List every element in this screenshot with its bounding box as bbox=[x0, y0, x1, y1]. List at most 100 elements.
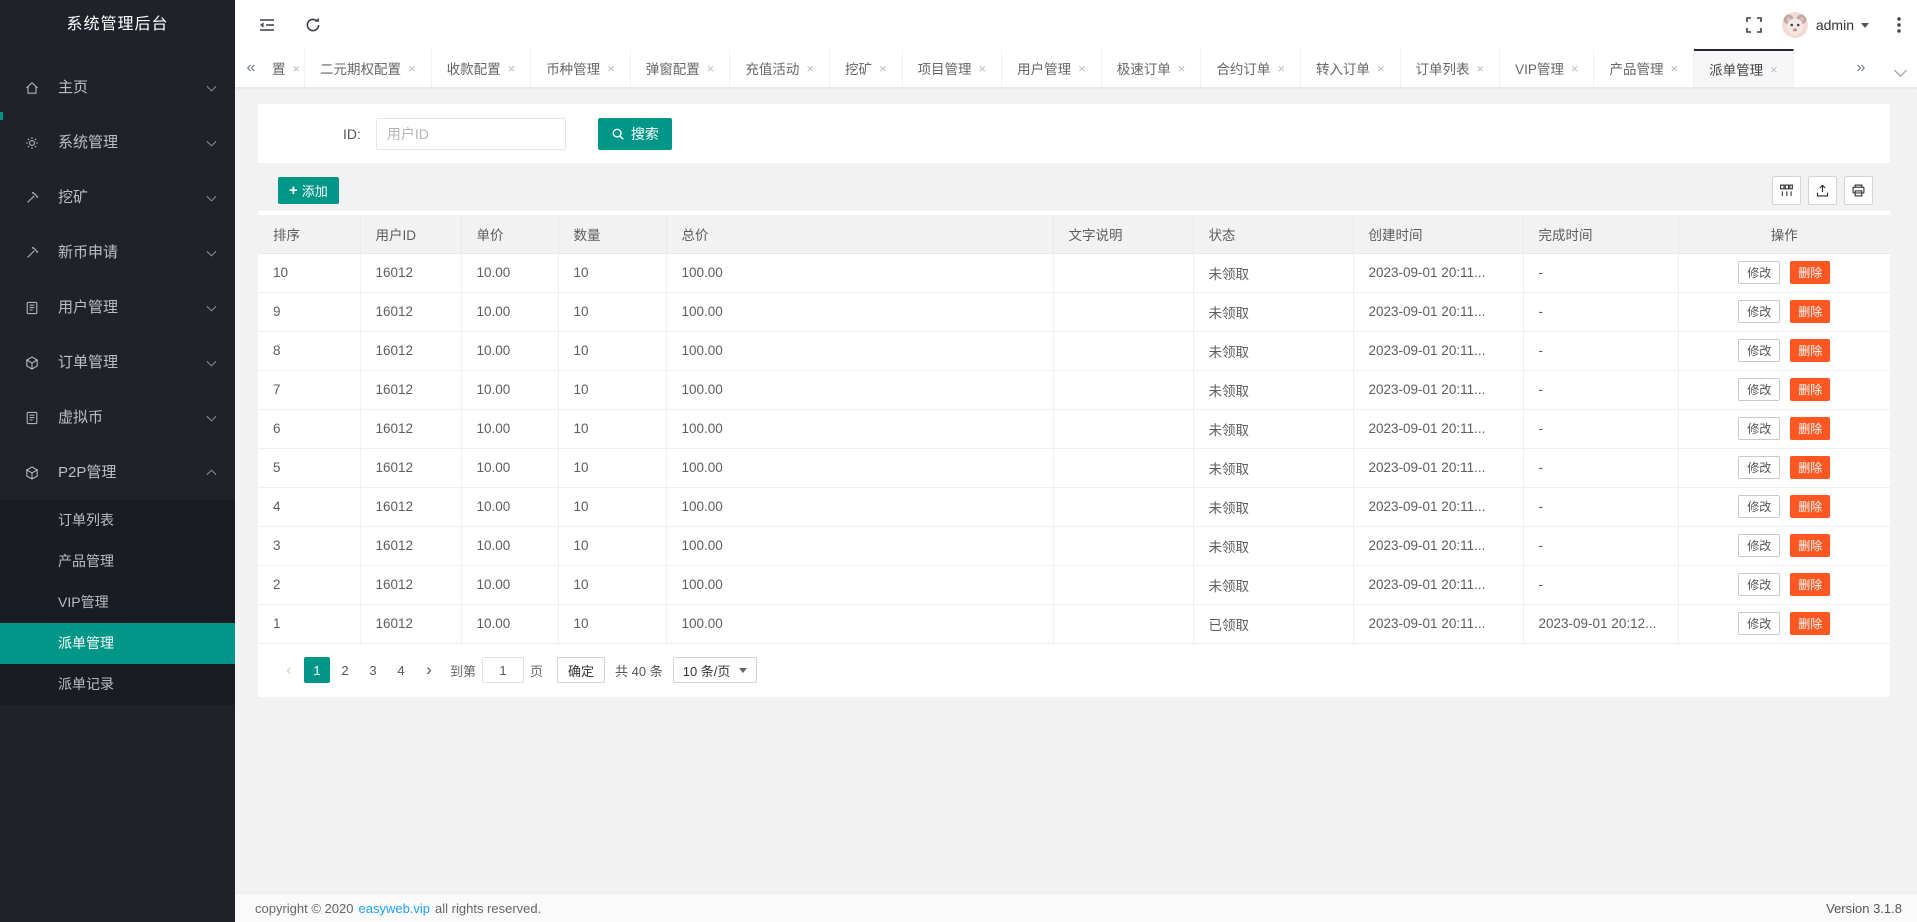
sidebar-item[interactable]: P2P管理 bbox=[0, 445, 235, 500]
chevron-down-icon bbox=[206, 246, 217, 257]
tab-close-icon[interactable]: × bbox=[508, 61, 516, 76]
footer-link[interactable]: easyweb.vip bbox=[358, 901, 430, 916]
tab-scroll-left-icon[interactable]: « bbox=[237, 49, 265, 87]
tab[interactable]: 币种管理 × bbox=[531, 49, 631, 87]
table-row: 5 16012 10.00 10 100.00 未领取 2023-09-01 20:11..… bbox=[258, 448, 1890, 488]
sidebar-subitem[interactable]: VIP管理 bbox=[0, 582, 235, 623]
collapse-sidebar-icon[interactable] bbox=[257, 15, 277, 35]
delete-button[interactable]: 删除 bbox=[1790, 378, 1831, 401]
delete-button[interactable]: 删除 bbox=[1790, 339, 1831, 362]
edit-button[interactable]: 修改 bbox=[1738, 300, 1781, 323]
page-number-button[interactable]: 1 bbox=[304, 657, 330, 683]
cell-finished: - bbox=[1523, 409, 1679, 449]
sidebar-subitem[interactable]: 订单列表 bbox=[0, 500, 235, 541]
edit-button[interactable]: 修改 bbox=[1738, 456, 1781, 479]
tab-close-icon[interactable]: × bbox=[707, 61, 715, 76]
edit-button[interactable]: 修改 bbox=[1738, 417, 1781, 440]
sidebar-item[interactable]: 新币申请 bbox=[0, 225, 235, 280]
tab-close-icon[interactable]: × bbox=[408, 61, 416, 76]
tab-label: 币种管理 bbox=[546, 62, 601, 77]
delete-button[interactable]: 删除 bbox=[1790, 300, 1831, 323]
tab[interactable]: 弹窗配置 × bbox=[631, 49, 731, 87]
sidebar-subitem[interactable]: 产品管理 bbox=[0, 541, 235, 582]
tab-close-icon[interactable]: × bbox=[1178, 61, 1186, 76]
edit-button[interactable]: 修改 bbox=[1738, 339, 1781, 362]
cell-status: 未领取 bbox=[1193, 331, 1354, 371]
edit-button[interactable]: 修改 bbox=[1738, 261, 1781, 284]
search-input[interactable] bbox=[375, 117, 566, 150]
tab[interactable]: 派单管理 × bbox=[1694, 49, 1794, 87]
edit-button[interactable]: 修改 bbox=[1738, 378, 1781, 401]
tab-close-icon[interactable]: × bbox=[1277, 61, 1285, 76]
tab[interactable]: 转入订单 × bbox=[1301, 49, 1401, 87]
tab[interactable]: 收款配置 × bbox=[432, 49, 532, 87]
tab[interactable]: 订单列表 × bbox=[1401, 49, 1501, 87]
sidebar-item[interactable]: 订单管理 bbox=[0, 335, 235, 390]
tab-close-icon[interactable]: × bbox=[1477, 61, 1485, 76]
tab-close-icon[interactable]: × bbox=[293, 61, 301, 76]
delete-button[interactable]: 删除 bbox=[1790, 261, 1831, 284]
edit-button[interactable]: 修改 bbox=[1738, 573, 1781, 596]
page-prev-button[interactable]: ‹ bbox=[276, 657, 302, 683]
edit-button[interactable]: 修改 bbox=[1738, 612, 1781, 635]
tab-scroll-right-icon[interactable]: » bbox=[1847, 49, 1875, 87]
delete-button[interactable]: 删除 bbox=[1790, 612, 1831, 635]
sidebar-subitem[interactable]: 派单管理 bbox=[0, 623, 235, 664]
tab-close-icon[interactable]: × bbox=[607, 61, 615, 76]
tab-close-icon[interactable]: × bbox=[1571, 61, 1579, 76]
tab[interactable]: 极速订单 × bbox=[1102, 49, 1202, 87]
copyright-suffix: all rights reserved. bbox=[435, 900, 542, 916]
refresh-icon[interactable] bbox=[303, 15, 323, 35]
user-dropdown-caret-icon[interactable] bbox=[1861, 23, 1869, 28]
delete-button[interactable]: 删除 bbox=[1790, 573, 1831, 596]
page-number-button[interactable]: 2 bbox=[332, 657, 358, 683]
search-button[interactable]: 搜索 bbox=[597, 117, 672, 150]
page-number-button[interactable]: 4 bbox=[388, 657, 414, 683]
delete-button[interactable]: 删除 bbox=[1790, 495, 1831, 518]
tab-close-icon[interactable]: × bbox=[979, 61, 987, 76]
tab-close-icon[interactable]: × bbox=[1770, 62, 1778, 77]
tab-close-icon[interactable]: × bbox=[1078, 61, 1086, 76]
cell-price: 10.00 bbox=[461, 409, 559, 449]
tab[interactable]: 产品管理 × bbox=[1594, 49, 1695, 87]
mining-icon bbox=[24, 190, 40, 206]
columns-filter-icon[interactable] bbox=[1772, 176, 1801, 205]
page-size-select[interactable]: 10 条/页 bbox=[672, 657, 758, 683]
tab[interactable]: 项目管理 × bbox=[903, 49, 1003, 87]
page-next-button[interactable]: › bbox=[416, 657, 442, 683]
delete-button[interactable]: 删除 bbox=[1790, 417, 1831, 440]
tab[interactable]: 挖矿 × bbox=[830, 49, 903, 87]
sidebar-item[interactable]: 用户管理 bbox=[0, 280, 235, 335]
tab[interactable]: 充值活动 × bbox=[730, 49, 830, 87]
tab-close-icon[interactable]: × bbox=[1377, 61, 1385, 76]
tab[interactable]: 置 × bbox=[265, 49, 305, 87]
tab[interactable]: VIP管理 × bbox=[1500, 49, 1595, 87]
tab-close-icon[interactable]: × bbox=[879, 61, 887, 76]
sidebar-item[interactable]: 虚拟币 bbox=[0, 390, 235, 445]
more-menu-icon[interactable] bbox=[1889, 15, 1905, 35]
username[interactable]: admin bbox=[1816, 17, 1854, 33]
tab-close-icon[interactable]: × bbox=[1670, 61, 1678, 76]
p2p-icon bbox=[24, 465, 40, 481]
export-icon[interactable] bbox=[1808, 176, 1837, 205]
confirm-button[interactable]: 确定 bbox=[557, 657, 606, 683]
print-icon[interactable] bbox=[1844, 176, 1873, 205]
sidebar-subitem[interactable]: 派单记录 bbox=[0, 664, 235, 705]
page-jump-input[interactable] bbox=[482, 657, 525, 683]
avatar[interactable] bbox=[1781, 11, 1808, 38]
sidebar-item[interactable]: 主页 bbox=[0, 60, 235, 115]
sidebar-item[interactable]: 挖矿 bbox=[0, 170, 235, 225]
delete-button[interactable]: 删除 bbox=[1790, 456, 1831, 479]
tab[interactable]: 用户管理 × bbox=[1002, 49, 1102, 87]
tab[interactable]: 二元期权配置 × bbox=[305, 49, 432, 87]
fullscreen-icon[interactable] bbox=[1744, 15, 1764, 35]
tab-dropdown-icon[interactable] bbox=[1894, 64, 1907, 77]
edit-button[interactable]: 修改 bbox=[1738, 495, 1781, 518]
sidebar-item[interactable]: 系统管理 bbox=[0, 115, 235, 170]
tab-close-icon[interactable]: × bbox=[806, 61, 814, 76]
add-button[interactable]: + 添加 bbox=[278, 177, 339, 204]
page-number-button[interactable]: 3 bbox=[360, 657, 386, 683]
edit-button[interactable]: 修改 bbox=[1738, 534, 1781, 557]
delete-button[interactable]: 删除 bbox=[1790, 534, 1831, 557]
tab[interactable]: 合约订单 × bbox=[1201, 49, 1301, 87]
